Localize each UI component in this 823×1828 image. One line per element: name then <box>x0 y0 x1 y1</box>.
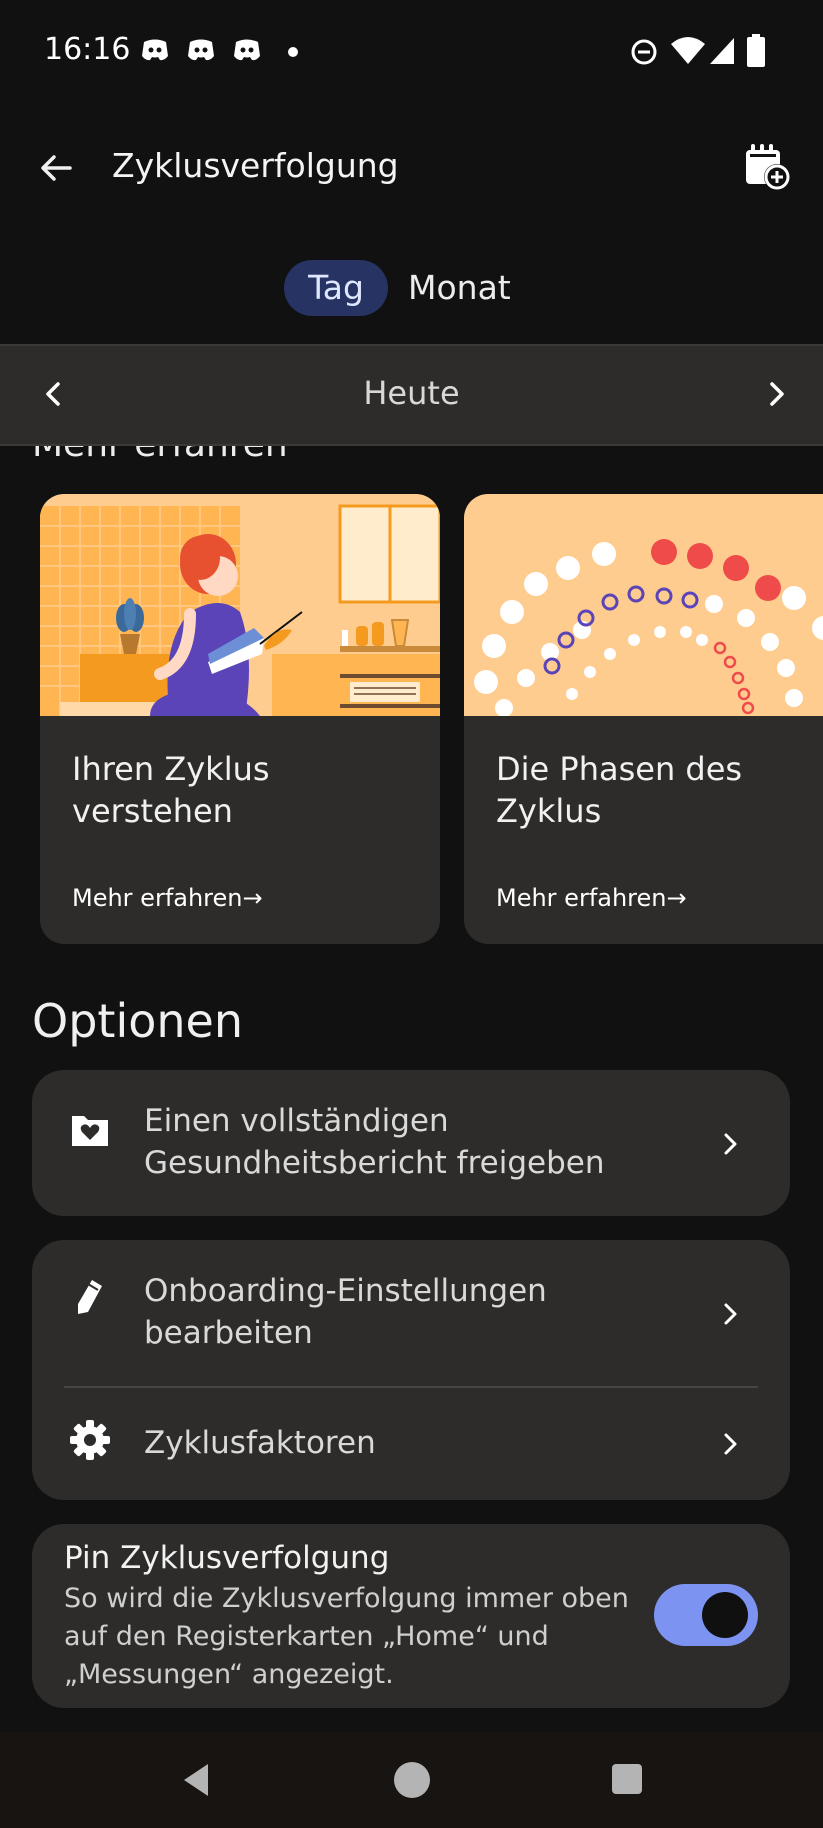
discord-icon <box>188 39 214 61</box>
calendar-add-icon[interactable] <box>744 144 792 192</box>
learn-section-heading: Mehr erfahren <box>32 446 288 465</box>
learn-more-link[interactable]: Mehr erfahren→ <box>496 884 687 912</box>
pin-card: Pin Zyklusverfolgung So wird die Zyklusv… <box>32 1524 790 1708</box>
battery-icon <box>747 34 765 67</box>
pin-toggle[interactable] <box>654 1584 758 1646</box>
do-not-disturb-icon <box>631 39 657 65</box>
nav-back-icon[interactable] <box>176 1760 216 1800</box>
nav-home-icon[interactable] <box>394 1762 430 1798</box>
learn-section-heading-wrapper: Mehr erfahren <box>0 446 823 466</box>
gear-icon <box>70 1420 110 1460</box>
wifi-icon <box>671 37 705 64</box>
date-navigator: Heute <box>0 344 823 446</box>
cellular-signal-icon <box>710 38 734 64</box>
pencil-icon <box>78 1280 102 1314</box>
pin-description: So wird die Zyklusverfolgung immer oben … <box>64 1583 629 1690</box>
pin-title: Pin Zyklusverfolgung <box>64 1540 390 1576</box>
onboarding-row[interactable]: Onboarding-Einstellungen bearbeiten <box>32 1240 790 1386</box>
card-title: Ihren Zyklus verstehen <box>72 750 270 830</box>
discord-icon <box>234 39 260 61</box>
folder-heart-icon <box>72 1116 108 1146</box>
settings-group: Onboarding-Einstellungen bearbeiten Zykl… <box>32 1240 790 1500</box>
system-nav-bar <box>0 1732 823 1828</box>
chevron-right-icon <box>724 1133 737 1155</box>
chevron-right-icon <box>724 1303 737 1325</box>
chevron-right-icon[interactable] <box>756 374 796 414</box>
cycle-factors-label: Zyklusfaktoren <box>144 1425 376 1461</box>
tab-day[interactable]: Tag <box>284 260 388 316</box>
cycle-phases-illustration <box>464 494 823 716</box>
discord-icon <box>142 39 168 61</box>
toggle-knob <box>702 1592 748 1638</box>
tab-month[interactable]: Monat <box>408 260 511 316</box>
dot-icon <box>288 47 298 57</box>
learn-card-phases[interactable]: Die Phasen des Zyklus Mehr erfahren→ <box>464 494 823 944</box>
card-title: Die Phasen des Zyklus <box>496 750 743 830</box>
share-report-label: Einen vollständigen Gesundheitsbericht f… <box>144 1103 605 1181</box>
arrow-left-icon[interactable] <box>36 148 76 188</box>
date-label: Heute <box>363 374 460 412</box>
share-report-row[interactable]: Einen vollständigen Gesundheitsbericht f… <box>32 1070 790 1216</box>
learn-card-cycle[interactable]: Ihren Zyklus verstehen Mehr erfahren→ <box>40 494 440 944</box>
options-heading: Optionen <box>32 994 243 1048</box>
onboarding-label: Onboarding-Einstellungen bearbeiten <box>144 1273 547 1351</box>
chevron-right-icon <box>724 1433 737 1455</box>
nav-recents-icon[interactable] <box>612 1764 642 1794</box>
reading-woman-illustration <box>40 494 440 716</box>
page-title: Zyklusverfolgung <box>112 146 399 185</box>
cycle-factors-row[interactable]: Zyklusfaktoren <box>32 1388 790 1500</box>
status-bar: 16:16 <box>0 0 823 104</box>
status-time: 16:16 <box>44 32 131 67</box>
learn-more-link[interactable]: Mehr erfahren→ <box>72 884 263 912</box>
